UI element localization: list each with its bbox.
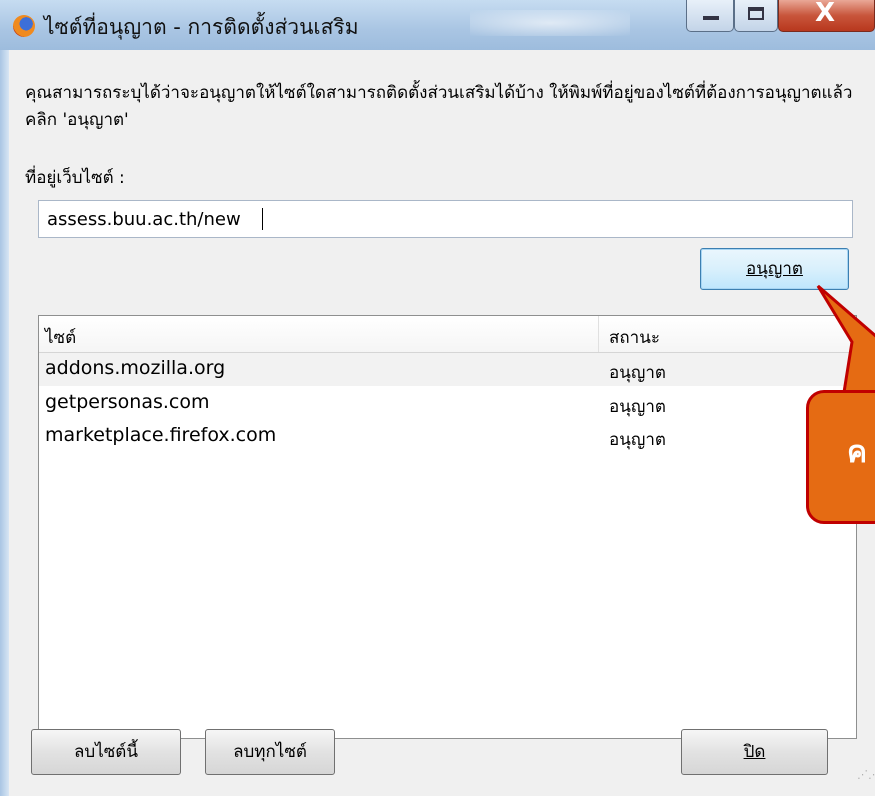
minimize-icon <box>703 16 719 20</box>
maximize-icon <box>748 7 764 20</box>
maximize-button[interactable] <box>734 0 778 32</box>
sites-list[interactable]: ไซต์ สถานะ addons.mozilla.org อนุญาต get… <box>38 315 857 739</box>
allow-button[interactable]: อนุญาต <box>700 248 849 290</box>
site-cell: marketplace.firefox.com <box>45 424 277 446</box>
column-header-status[interactable]: สถานะ <box>609 324 660 351</box>
remove-site-button[interactable]: ลบไซต์นี้ <box>31 729 181 775</box>
window-frame <box>0 50 9 796</box>
list-item[interactable]: addons.mozilla.org อนุญาต <box>39 353 856 386</box>
remove-all-label: ลบทุกไซต์ <box>233 742 307 762</box>
status-cell: อนุญาต <box>609 430 666 450</box>
remove-site-label: ลบไซต์นี้ <box>74 742 138 762</box>
callout-text: ค <box>847 435 868 470</box>
dialog-body: คุณสามารถระบุได้ว่าจะอนุญาตให้ไซต์ใดสามา… <box>9 50 875 796</box>
address-label: ที่อยู่เว็บไซต์ : <box>25 168 125 188</box>
close-window-button[interactable]: X <box>778 0 875 32</box>
title-bar: ไซต์ที่อนุญาต - การติดตั้งส่วนเสริม X <box>0 0 875 50</box>
allow-button-label: อนุญาต <box>746 259 803 279</box>
remove-all-sites-button[interactable]: ลบทุกไซต์ <box>205 729 335 775</box>
resize-grip-icon[interactable]: ⋰⋰ <box>857 769 875 792</box>
window-title: ไซต์ที่อนุญาต - การติดตั้งส่วนเสริม <box>44 15 359 39</box>
description-text: คุณสามารถระบุได้ว่าจะอนุญาตให้ไซต์ใดสามา… <box>25 83 853 130</box>
close-button-label: ปิด <box>743 742 766 762</box>
firefox-icon <box>13 15 35 37</box>
status-cell: อนุญาต <box>609 397 666 417</box>
column-separator[interactable] <box>598 316 599 352</box>
status-cell: อนุญาต <box>609 363 666 383</box>
title-glow <box>470 10 630 36</box>
text-caret <box>262 208 263 230</box>
minimize-button[interactable] <box>686 0 734 32</box>
site-cell: getpersonas.com <box>45 391 210 413</box>
close-button[interactable]: ปิด <box>681 729 828 775</box>
list-item[interactable]: marketplace.firefox.com อนุญาต <box>39 420 856 453</box>
site-cell: addons.mozilla.org <box>45 357 226 379</box>
address-input[interactable] <box>38 200 853 238</box>
list-item[interactable]: getpersonas.com อนุญาต <box>39 387 856 420</box>
column-header-site[interactable]: ไซต์ <box>45 324 76 351</box>
callout-box: ค <box>806 390 875 524</box>
close-icon: X <box>815 0 836 28</box>
list-header: ไซต์ สถานะ <box>39 316 856 353</box>
